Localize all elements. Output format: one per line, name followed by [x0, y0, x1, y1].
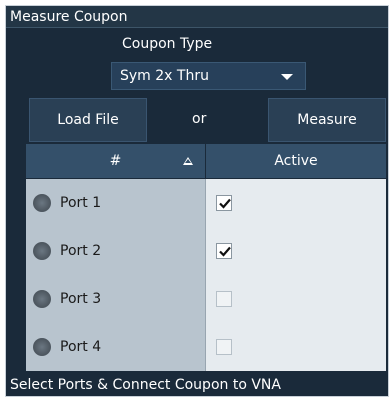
- active-checkbox[interactable]: [216, 243, 232, 259]
- panel-title: Measure Coupon: [6, 6, 388, 28]
- sort-ascending-icon: [183, 157, 193, 165]
- port-label: Port 4: [60, 339, 102, 355]
- port-cell[interactable]: Port 1: [26, 179, 206, 227]
- coupon-type-label: Coupon Type: [122, 36, 213, 52]
- active-cell: [206, 323, 386, 371]
- load-file-button[interactable]: Load File: [29, 98, 147, 142]
- table-row: Port 2: [26, 227, 386, 275]
- active-cell: [206, 275, 386, 323]
- port-cell[interactable]: Port 3: [26, 275, 206, 323]
- coupon-type-value: Sym 2x Thru: [120, 68, 209, 84]
- checkmark-icon: [219, 198, 231, 209]
- column-header-active[interactable]: Active: [206, 144, 386, 178]
- table-row: Port 1: [26, 179, 386, 227]
- port-cell[interactable]: Port 2: [26, 227, 206, 275]
- column-header-number[interactable]: #: [26, 144, 206, 178]
- measure-button[interactable]: Measure: [268, 98, 386, 142]
- table-row: Port 3: [26, 275, 386, 323]
- active-cell: [206, 227, 386, 275]
- coupon-type-dropdown[interactable]: Sym 2x Thru: [111, 62, 306, 90]
- checkmark-icon: [219, 246, 231, 257]
- active-cell: [206, 179, 386, 227]
- or-label: or: [192, 111, 207, 127]
- active-checkbox[interactable]: [216, 291, 232, 307]
- port-status-icon: [33, 338, 51, 356]
- active-checkbox[interactable]: [216, 195, 232, 211]
- port-cell[interactable]: Port 4: [26, 323, 206, 371]
- ports-table: # Active Port 1 Port 2 Port 3 Port 4: [26, 144, 386, 371]
- column-header-number-label: #: [109, 153, 122, 169]
- active-checkbox[interactable]: [216, 339, 232, 355]
- table-header: # Active: [26, 144, 386, 179]
- table-row: Port 4: [26, 323, 386, 371]
- status-footer: Select Ports & Connect Coupon to VNA: [6, 372, 388, 396]
- chevron-down-icon: [281, 74, 293, 80]
- port-status-icon: [33, 194, 51, 212]
- port-label: Port 3: [60, 291, 102, 307]
- port-status-icon: [33, 290, 51, 308]
- port-label: Port 2: [60, 243, 102, 259]
- port-status-icon: [33, 242, 51, 260]
- measure-coupon-panel: Measure Coupon Coupon Type Sym 2x Thru L…: [5, 5, 389, 397]
- port-label: Port 1: [60, 195, 102, 211]
